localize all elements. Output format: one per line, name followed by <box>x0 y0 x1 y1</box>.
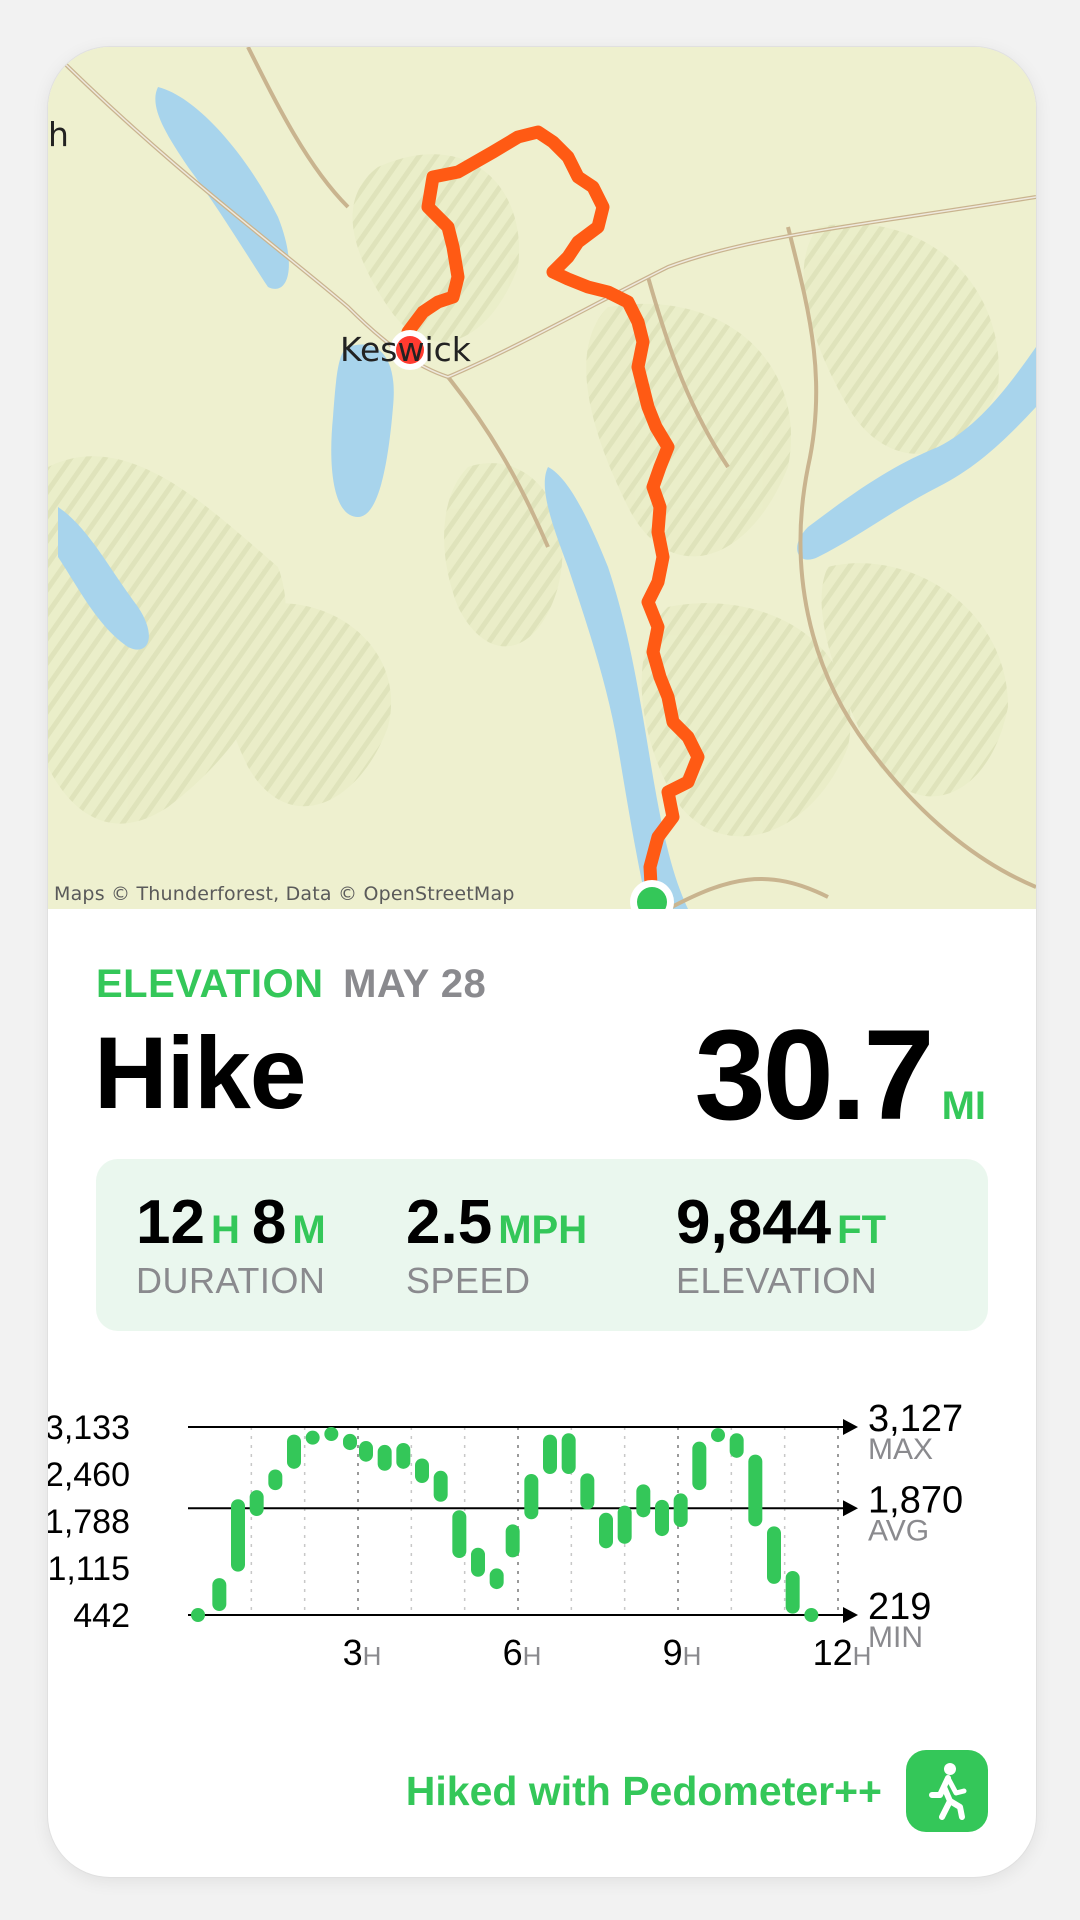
elevation-bar <box>636 1484 651 1518</box>
x-tick-unit: H <box>523 1641 542 1671</box>
stat-duration: 12 H 8 M DURATION <box>136 1187 338 1302</box>
elevation-bar <box>524 1474 539 1520</box>
x-tick-unit: H <box>853 1641 872 1671</box>
y-tick-label: 3,133 <box>48 1409 130 1447</box>
elevation-bar <box>231 1499 245 1572</box>
distance-value: 30.7 <box>694 1004 934 1147</box>
distance-unit: MI <box>941 1084 986 1128</box>
elevation-bar <box>655 1499 669 1537</box>
elevation-point <box>191 1608 205 1622</box>
stat-speed: 2.5 MPH SPEED <box>406 1187 599 1302</box>
reference-arrow <box>843 1419 858 1435</box>
y-tick-label: 1,115 <box>48 1550 130 1588</box>
x-tick-value: 12 <box>813 1632 853 1673</box>
elevation-bar <box>359 1441 373 1462</box>
duration-hours-unit: H <box>210 1208 240 1252</box>
elevation-bar <box>543 1434 557 1474</box>
elevation-bar <box>673 1493 688 1528</box>
elevation-bar <box>343 1433 357 1451</box>
x-tick-value: 6 <box>503 1632 523 1673</box>
y-tick-label: 442 <box>73 1597 130 1635</box>
elevation-bar <box>561 1433 576 1474</box>
distance-readout: 30.7 MI <box>694 1002 986 1149</box>
route-map[interactable]: h Keswick Maps © Thunderforest, Data © O… <box>48 47 1036 909</box>
elevation-bar <box>212 1578 227 1612</box>
elevation-bar <box>599 1512 613 1549</box>
x-tick-label: 12H <box>813 1632 872 1673</box>
x-tick-unit: H <box>683 1641 702 1671</box>
elevation-point <box>804 1608 819 1622</box>
app-credit[interactable]: Hiked with Pedometer++ <box>406 1747 988 1835</box>
elevation-bar <box>452 1510 467 1559</box>
elevation-bar <box>415 1458 429 1484</box>
reference-arrow <box>843 1607 858 1623</box>
elevation-bar <box>767 1526 781 1584</box>
map-place-label-edge: h <box>48 115 69 154</box>
speed-label: SPEED <box>406 1260 531 1301</box>
elevation-bar <box>505 1524 520 1558</box>
elevation-bar <box>396 1442 411 1469</box>
elevation-bar <box>729 1433 744 1458</box>
elevation-chart: 3,1332,4601,7881,1154423,127MAX1,870AVG2… <box>48 1398 963 1673</box>
speed-value: 2.5 <box>406 1188 493 1257</box>
speed-unit: MPH <box>498 1208 588 1252</box>
x-tick-unit: H <box>363 1641 382 1671</box>
elevation-bar <box>785 1570 800 1614</box>
stat-elevation: 9,844 FT ELEVATION <box>676 1187 898 1302</box>
elevation-bar <box>324 1427 339 1441</box>
x-tick-label: 6H <box>503 1632 542 1673</box>
x-tick-value: 3 <box>343 1632 363 1673</box>
elevation-bar <box>580 1473 595 1510</box>
elevation-bar <box>268 1469 283 1491</box>
elevation-bar <box>748 1454 763 1527</box>
x-tick-label: 3H <box>343 1632 382 1673</box>
reference-label: MAX <box>868 1433 933 1466</box>
metric-label: ELEVATION <box>96 962 324 1006</box>
reference-arrow <box>843 1500 858 1517</box>
y-tick-label: 1,788 <box>48 1503 130 1541</box>
elevation-bar <box>433 1470 448 1502</box>
duration-label: DURATION <box>136 1260 326 1301</box>
x-tick-value: 9 <box>663 1632 683 1673</box>
elevation-label: ELEVATION <box>676 1260 878 1301</box>
elevation-bar <box>377 1444 392 1471</box>
x-tick-label: 9H <box>663 1632 702 1673</box>
activity-date: MAY 28 <box>343 962 487 1006</box>
elevation-unit: FT <box>837 1208 887 1252</box>
elevation-bar <box>471 1547 485 1577</box>
share-card: h Keswick Maps © Thunderforest, Data © O… <box>48 47 1036 1877</box>
map-canvas <box>48 47 1036 909</box>
elevation-value: 9,844 <box>676 1188 832 1257</box>
elevation-bar <box>617 1505 632 1544</box>
map-attribution: Maps © Thunderforest, Data © OpenStreetM… <box>54 883 515 905</box>
reference-label: AVG <box>868 1514 929 1547</box>
reference-label: MIN <box>868 1621 923 1654</box>
duration-minutes: 8 <box>251 1188 287 1257</box>
elevation-bar <box>287 1434 301 1469</box>
duration-hours: 12 <box>136 1188 205 1257</box>
elevation-bar <box>305 1430 320 1445</box>
activity-title: Hike <box>94 1016 306 1130</box>
duration-minutes-unit: M <box>292 1208 326 1252</box>
walking-person-icon[interactable] <box>906 1750 988 1832</box>
app-credit-text: Hiked with Pedometer++ <box>405 1767 882 1814</box>
elevation-bar <box>249 1490 264 1517</box>
elevation-bar <box>692 1441 707 1491</box>
card-subtitle: ELEVATION MAY 28 <box>96 962 486 1007</box>
elevation-bar <box>711 1428 725 1443</box>
elevation-bar <box>489 1568 504 1590</box>
stats-panel: 12 H 8 M DURATION 2.5 MPH SPEED 9,844 FT ELEV… <box>96 1159 988 1331</box>
y-tick-label: 2,460 <box>48 1456 130 1494</box>
map-place-label: Keswick <box>340 330 471 369</box>
